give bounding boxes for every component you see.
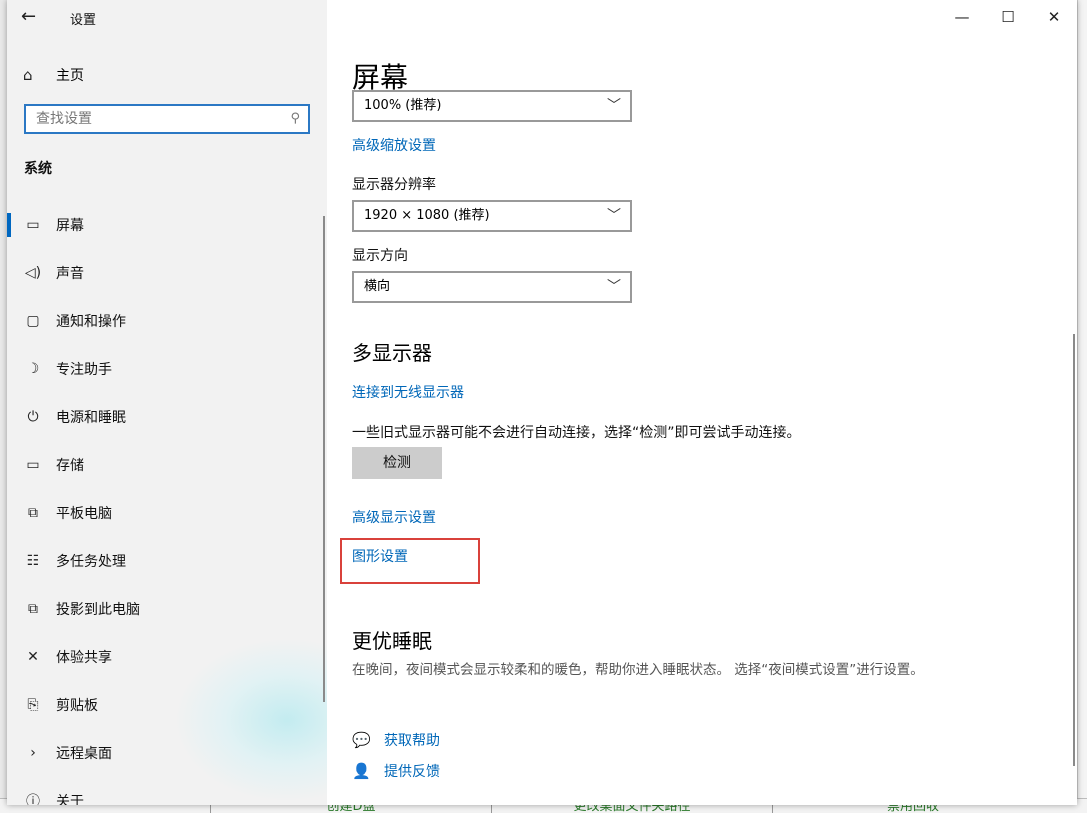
sidebar-item-notifications[interactable]: ▢ 通知和操作 xyxy=(7,297,327,345)
feedback-icon: 👤 xyxy=(352,762,371,780)
sidebar-item-remote-desktop[interactable]: › 远程桌面 xyxy=(7,729,327,777)
tablet-icon: ⧉ xyxy=(28,505,38,521)
detect-button[interactable]: 检测 xyxy=(352,447,442,479)
sidebar-item-clipboard[interactable]: ⎘ 剪贴板 xyxy=(7,681,327,729)
wireless-display-link[interactable]: 连接到无线显示器 xyxy=(352,382,464,402)
resolution-value: 1920 × 1080 (推荐) xyxy=(364,208,490,223)
sidebar-item-label: 投影到此电脑 xyxy=(56,602,140,618)
get-help-row[interactable]: 💬 获取帮助 xyxy=(352,729,440,751)
sidebar-item-label: 远程桌面 xyxy=(56,746,112,762)
settings-window: ← 设置 ⌂ 主页 ⚲ 系统 ▭ 屏幕 ◁) 声音 ▢ 通知和操作 xyxy=(7,0,1077,805)
share-icon: ✕ xyxy=(27,649,39,665)
content-scrollbar[interactable] xyxy=(1073,334,1075,766)
background-window-edge xyxy=(1077,0,1087,812)
help-chat-icon: 💬 xyxy=(352,731,371,749)
orientation-dropdown[interactable]: 横向 ﹀ xyxy=(352,271,632,303)
detect-description: 一些旧式显示器可能不会进行自动连接，选择“检测”即可尝试手动连接。 xyxy=(352,425,801,441)
sidebar-item-focus-assist[interactable]: ☽ 专注助手 xyxy=(7,345,327,393)
chevron-down-icon: ﹀ xyxy=(607,208,621,224)
back-arrow-icon[interactable]: ← xyxy=(21,6,43,28)
monitor-icon: ▭ xyxy=(26,217,40,233)
get-help-link[interactable]: 获取帮助 xyxy=(384,730,440,750)
sidebar-item-power[interactable]: ⏻ 电源和睡眠 xyxy=(7,393,327,441)
advanced-scaling-link[interactable]: 高级缩放设置 xyxy=(352,135,436,155)
orientation-label: 显示方向 xyxy=(352,248,408,264)
sidebar-item-tablet[interactable]: ⧉ 平板电脑 xyxy=(7,489,327,537)
resolution-label: 显示器分辨率 xyxy=(352,177,436,193)
sidebar-item-label: 多任务处理 xyxy=(56,554,126,570)
sidebar: ← 设置 ⌂ 主页 ⚲ 系统 ▭ 屏幕 ◁) 声音 ▢ 通知和操作 xyxy=(7,0,327,805)
sleep-heading: 更优睡眠 xyxy=(352,629,432,653)
sidebar-item-label: 专注助手 xyxy=(56,362,112,378)
sidebar-item-label: 剪贴板 xyxy=(56,698,98,714)
feedback-row[interactable]: 👤 提供反馈 xyxy=(352,760,440,782)
sidebar-scrollbar[interactable] xyxy=(323,216,325,702)
sidebar-home[interactable]: ⌂ 主页 xyxy=(23,64,84,86)
sidebar-item-sound[interactable]: ◁) 声音 xyxy=(7,249,327,297)
advanced-display-link[interactable]: 高级显示设置 xyxy=(352,507,436,527)
remote-icon: › xyxy=(30,745,36,761)
sidebar-nav: ▭ 屏幕 ◁) 声音 ▢ 通知和操作 ☽ 专注助手 ⏻ 电源和睡眠 ▭ 存储 ⧉… xyxy=(7,201,327,805)
sleep-description: 在晚间，夜间模式会显示较柔和的暖色，帮助你进入睡眠状态。 选择“夜间模式设置”进… xyxy=(352,662,924,678)
scale-value: 100% (推荐) xyxy=(364,98,442,113)
sidebar-item-shared-experiences[interactable]: ✕ 体验共享 xyxy=(7,633,327,681)
search-icon: ⚲ xyxy=(290,111,300,126)
sidebar-home-label: 主页 xyxy=(56,68,84,84)
sidebar-item-label: 电源和睡眠 xyxy=(56,410,126,426)
main-content: 屏幕 100% (推荐) ﹀ 高级缩放设置 显示器分辨率 1920 × 1080… xyxy=(352,0,1072,805)
moon-icon: ☽ xyxy=(26,361,40,377)
sidebar-item-label: 通知和操作 xyxy=(56,314,126,330)
power-icon: ⏻ xyxy=(27,409,39,425)
clipboard-icon: ⎘ xyxy=(27,697,39,713)
search-input[interactable] xyxy=(26,106,276,132)
sidebar-item-label: 体验共享 xyxy=(56,650,112,666)
storage-icon: ▭ xyxy=(26,457,40,473)
sidebar-item-multitasking[interactable]: ☷ 多任务处理 xyxy=(7,537,327,585)
scale-dropdown[interactable]: 100% (推荐) ﹀ xyxy=(352,90,632,122)
home-icon: ⌂ xyxy=(23,66,33,84)
speaker-icon: ◁) xyxy=(24,265,42,281)
sidebar-item-label: 关于 xyxy=(56,794,84,805)
app-title: 设置 xyxy=(70,13,97,28)
section-label: 系统 xyxy=(24,161,52,177)
info-icon: ⓘ xyxy=(26,794,40,805)
sidebar-item-label: 声音 xyxy=(56,266,84,282)
sidebar-item-label: 屏幕 xyxy=(56,218,84,234)
highlight-annotation-box xyxy=(340,538,480,584)
chevron-down-icon: ﹀ xyxy=(607,279,621,295)
resolution-dropdown[interactable]: 1920 × 1080 (推荐) ﹀ xyxy=(352,200,632,232)
chevron-down-icon: ﹀ xyxy=(607,98,621,114)
sidebar-item-label: 存储 xyxy=(56,458,84,474)
project-icon: ⧉ xyxy=(28,601,38,617)
sidebar-item-storage[interactable]: ▭ 存储 xyxy=(7,441,327,489)
sidebar-item-about[interactable]: ⓘ 关于 xyxy=(7,777,327,805)
sidebar-item-label: 平板电脑 xyxy=(56,506,112,522)
multi-display-heading: 多显示器 xyxy=(352,341,432,365)
sidebar-item-display[interactable]: ▭ 屏幕 xyxy=(7,201,327,249)
multitask-icon: ☷ xyxy=(26,553,40,569)
sidebar-item-project[interactable]: ⧉ 投影到此电脑 xyxy=(7,585,327,633)
orientation-value: 横向 xyxy=(364,279,391,294)
feedback-link[interactable]: 提供反馈 xyxy=(384,761,440,781)
search-box[interactable]: ⚲ xyxy=(24,104,310,134)
notification-icon: ▢ xyxy=(26,313,40,329)
